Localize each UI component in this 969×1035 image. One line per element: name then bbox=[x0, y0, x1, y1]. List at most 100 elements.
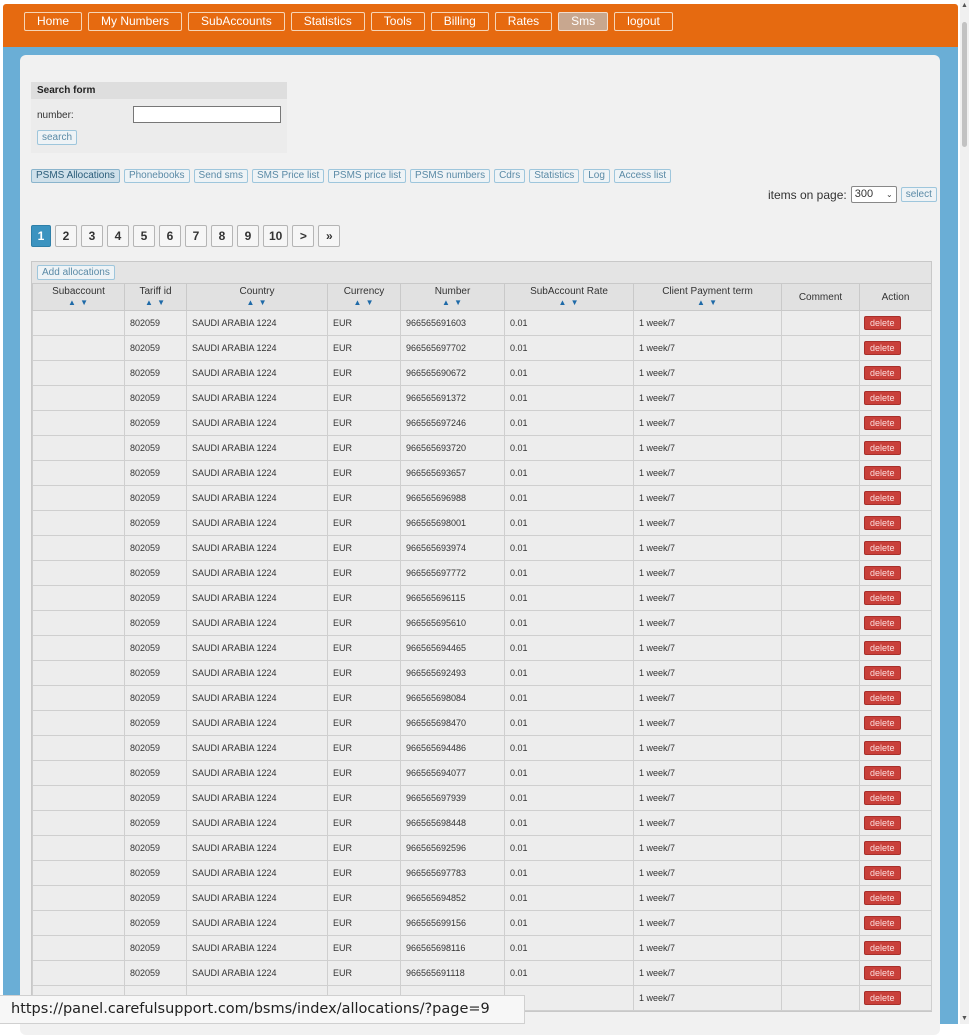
table-row: 802059 SAUDI ARABIA 1224 EUR 966565694852 0.… bbox=[32, 885, 932, 911]
column-header-currency[interactable]: Currency ▲ ▼ bbox=[327, 283, 401, 311]
nav-sms[interactable]: Sms bbox=[558, 12, 609, 31]
scroll-down-arrow-icon[interactable]: ▼ bbox=[961, 1015, 968, 1022]
delete-button[interactable]: delete bbox=[864, 316, 901, 330]
delete-button[interactable]: delete bbox=[864, 691, 901, 705]
add-allocations-button[interactable]: Add allocations bbox=[37, 265, 115, 280]
tab-statistics[interactable]: Statistics bbox=[529, 169, 580, 183]
delete-button[interactable]: delete bbox=[864, 966, 901, 980]
cell-country: SAUDI ARABIA 1224 bbox=[186, 485, 328, 511]
delete-button[interactable]: delete bbox=[864, 591, 901, 605]
delete-button[interactable]: delete bbox=[864, 566, 901, 580]
tab-psms-numbers[interactable]: PSMS numbers bbox=[410, 169, 491, 183]
tab-phonebooks[interactable]: Phonebooks bbox=[123, 169, 190, 183]
column-header-subaccount-rate[interactable]: SubAccount Rate ▲ ▼ bbox=[504, 283, 634, 311]
tab-cdrs[interactable]: Cdrs bbox=[494, 169, 526, 183]
next-page-button[interactable]: > bbox=[292, 225, 315, 247]
delete-button[interactable]: delete bbox=[864, 866, 901, 880]
cell-number: 966565693657 bbox=[400, 460, 505, 486]
cell-comment bbox=[781, 935, 860, 961]
number-search-input[interactable] bbox=[133, 106, 281, 123]
page-5-button[interactable]: 5 bbox=[133, 225, 155, 247]
page-10-button[interactable]: 10 bbox=[263, 225, 289, 247]
column-header-number[interactable]: Number ▲ ▼ bbox=[400, 283, 505, 311]
select-button[interactable]: select bbox=[900, 187, 937, 202]
delete-button[interactable]: delete bbox=[864, 541, 901, 555]
delete-button[interactable]: delete bbox=[864, 366, 901, 380]
delete-button[interactable]: delete bbox=[864, 716, 901, 730]
column-header-tariff-id[interactable]: Tariff id ▲ ▼ bbox=[124, 283, 187, 311]
nav-tools[interactable]: Tools bbox=[370, 12, 425, 31]
delete-button[interactable]: delete bbox=[864, 616, 901, 630]
items-on-page-select[interactable]: 300 ⌄ bbox=[850, 186, 897, 203]
delete-button[interactable]: delete bbox=[864, 741, 901, 755]
tab-access-list[interactable]: Access list bbox=[613, 169, 672, 183]
tab-log[interactable]: Log bbox=[583, 169, 610, 183]
delete-button[interactable]: delete bbox=[864, 341, 901, 355]
vertical-scrollbar[interactable]: ▲ ▼ bbox=[960, 0, 969, 1024]
page-3-button[interactable]: 3 bbox=[81, 225, 103, 247]
nav-home[interactable]: Home bbox=[24, 12, 83, 31]
delete-button[interactable]: delete bbox=[864, 641, 901, 655]
delete-button[interactable]: delete bbox=[864, 766, 901, 780]
cell-number: 966565694852 bbox=[400, 885, 505, 911]
cell-currency: EUR bbox=[327, 435, 401, 461]
search-button[interactable]: search bbox=[37, 130, 78, 145]
sort-arrows-icon[interactable]: ▲ ▼ bbox=[187, 297, 327, 308]
page-7-button[interactable]: 7 bbox=[185, 225, 207, 247]
tab-psms-allocations[interactable]: PSMS Allocations bbox=[31, 169, 120, 183]
delete-button[interactable]: delete bbox=[864, 991, 901, 1005]
delete-button[interactable]: delete bbox=[864, 441, 901, 455]
delete-button[interactable]: delete bbox=[864, 491, 901, 505]
tab-sms-price-list[interactable]: SMS Price list bbox=[252, 169, 325, 183]
nav-subaccounts[interactable]: SubAccounts bbox=[188, 12, 285, 31]
cell-action: delete bbox=[859, 660, 932, 686]
nav-logout[interactable]: logout bbox=[614, 12, 673, 31]
column-header-subaccount[interactable]: Subaccount ▲ ▼ bbox=[32, 283, 125, 311]
delete-button[interactable]: delete bbox=[864, 891, 901, 905]
column-header-action: Action bbox=[859, 283, 932, 311]
cell-number: 966565695610 bbox=[400, 610, 505, 636]
cell-subaccount bbox=[32, 460, 125, 486]
delete-button[interactable]: delete bbox=[864, 416, 901, 430]
sort-arrows-icon[interactable]: ▲ ▼ bbox=[125, 297, 186, 308]
delete-button[interactable]: delete bbox=[864, 791, 901, 805]
nav-my-numbers[interactable]: My Numbers bbox=[88, 12, 183, 31]
nav-billing[interactable]: Billing bbox=[430, 12, 489, 31]
scroll-up-arrow-icon[interactable]: ▲ bbox=[961, 2, 968, 9]
tab-send-sms[interactable]: Send sms bbox=[193, 169, 249, 183]
page-4-button[interactable]: 4 bbox=[107, 225, 129, 247]
delete-button[interactable]: delete bbox=[864, 466, 901, 480]
sort-arrows-icon[interactable]: ▲ ▼ bbox=[634, 297, 781, 308]
cell-action: delete bbox=[859, 810, 932, 836]
sort-arrows-icon[interactable]: ▲ ▼ bbox=[328, 297, 400, 308]
delete-button[interactable]: delete bbox=[864, 916, 901, 930]
cell-currency: EUR bbox=[327, 660, 401, 686]
page-1-button[interactable]: 1 bbox=[31, 225, 51, 247]
page-2-button[interactable]: 2 bbox=[55, 225, 77, 247]
table-row: 802059 SAUDI ARABIA 1224 EUR 966565698470 0.… bbox=[32, 710, 932, 736]
page-9-button[interactable]: 9 bbox=[237, 225, 259, 247]
cell-country: SAUDI ARABIA 1224 bbox=[186, 785, 328, 811]
delete-button[interactable]: delete bbox=[864, 391, 901, 405]
sort-arrows-icon[interactable]: ▲ ▼ bbox=[33, 297, 124, 308]
page-6-button[interactable]: 6 bbox=[159, 225, 181, 247]
nav-statistics[interactable]: Statistics bbox=[290, 12, 365, 31]
cell-tariff-id: 802059 bbox=[124, 410, 187, 436]
column-header-client-payment-term[interactable]: Client Payment term ▲ ▼ bbox=[633, 283, 782, 311]
delete-button[interactable]: delete bbox=[864, 516, 901, 530]
delete-button[interactable]: delete bbox=[864, 941, 901, 955]
sort-arrows-icon[interactable]: ▲ ▼ bbox=[401, 297, 504, 308]
sort-arrows-icon[interactable]: ▲ ▼ bbox=[505, 297, 633, 308]
delete-button[interactable]: delete bbox=[864, 841, 901, 855]
delete-button[interactable]: delete bbox=[864, 666, 901, 680]
scrollbar-thumb[interactable] bbox=[962, 22, 967, 147]
cell-action: delete bbox=[859, 735, 932, 761]
tab-psms-price-list[interactable]: PSMS price list bbox=[328, 169, 407, 183]
delete-button[interactable]: delete bbox=[864, 816, 901, 830]
cell-action: delete bbox=[859, 360, 932, 386]
cell-action: delete bbox=[859, 585, 932, 611]
last-page-button[interactable]: » bbox=[318, 225, 341, 247]
nav-rates[interactable]: Rates bbox=[494, 12, 553, 31]
column-header-country[interactable]: Country ▲ ▼ bbox=[186, 283, 328, 311]
page-8-button[interactable]: 8 bbox=[211, 225, 233, 247]
